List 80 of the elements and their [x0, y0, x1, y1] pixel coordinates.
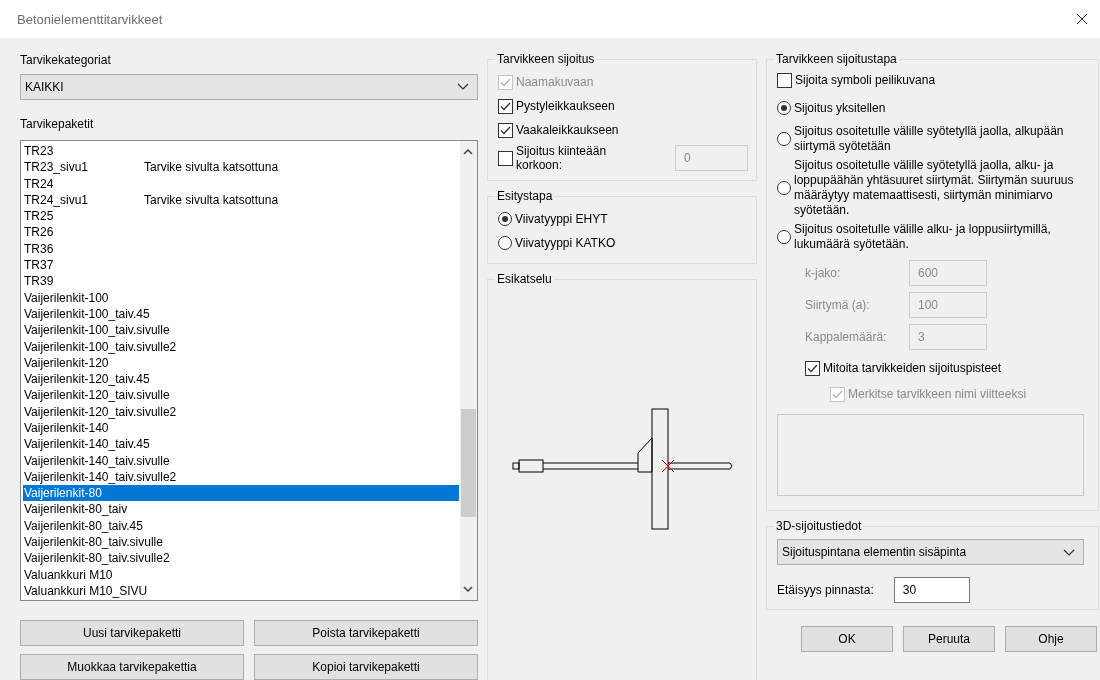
dialog-button[interactable]: Ohje [1005, 626, 1097, 652]
chevron-down-icon [1063, 548, 1075, 556]
list-item[interactable]: Vaijerilenkit-140 [23, 420, 459, 437]
radio-label: Sijoitus osoitetulle välille syötetyllä jaolla, alkupään siirtymä syötetään [794, 124, 1065, 154]
list-item[interactable]: Vaijerilenkit-100_taiv.45 [23, 305, 459, 323]
list-item[interactable]: Vaijerilenkit-140_taiv.45 [23, 436, 459, 453]
category-dropdown[interactable]: KAIKKI [20, 74, 478, 100]
radio-label: Sijoitus yksitellen [794, 100, 887, 116]
checkbox-label: Sijoita symboli peilikuvana [795, 72, 936, 88]
scroll-thumb[interactable] [461, 408, 476, 517]
list-item[interactable]: Vaijerilenkit-140_taiv.sivulle [23, 452, 459, 469]
dialog-button[interactable]: Peruuta [903, 626, 995, 652]
checkbox[interactable] [805, 360, 820, 376]
list-item[interactable]: TR36 [23, 240, 459, 258]
group-title: Tarvikkeen sijoitus [496, 52, 596, 66]
radio-button[interactable] [777, 230, 791, 244]
chevron-down-icon [457, 83, 469, 91]
field-label: Tarvikepaketit [20, 115, 95, 132]
group-title: 3D-sijoitustiedot [775, 519, 863, 533]
radio-label: Viivatyyppi EHYT [515, 211, 608, 227]
checkbox-label: Sijoitus kiinteään korkoon: [516, 144, 608, 172]
list-item[interactable]: Vaijerilenkit-80 [23, 485, 459, 502]
list-item[interactable]: TR24_sivu1 Tarvike sivulta katsottuna [23, 191, 459, 209]
list-item[interactable]: Vaijerilenkit-140_taiv.sivulle2 [23, 468, 459, 486]
checkbox-label: Naamakuvaan [516, 74, 594, 90]
checkbox-label: Vaakaleikkaukseen [516, 122, 619, 138]
radio-label: Sijoitus osoitetulle välille syötetyllä jaolla, alku- ja loppupäähän yhtäsuuret siirtymät. Siirtymän suuruus määräytyy matemaattisesti, siirtymän minimiarvo syötetään. [794, 158, 1075, 218]
radio-label: Viivatyyppi KATKO [515, 235, 616, 251]
action-button[interactable]: Uusi tarvikepaketti [20, 620, 244, 646]
list-item[interactable]: Vaijerilenkit-100_taiv.sivulle2 [23, 338, 459, 355]
radio-label: Sijoitus osoitetulle välille alku- ja loppusiirtymillä, lukumäärä syötetään. [794, 222, 1052, 252]
list-item[interactable]: Vaijerilenkit-120 [23, 354, 459, 372]
group-title: Esitystapa [496, 189, 554, 203]
radio-button[interactable] [498, 212, 512, 226]
list-item[interactable]: TR25 [23, 208, 459, 225]
scrollbar[interactable] [460, 140, 477, 600]
radio-button[interactable] [777, 132, 791, 146]
list-item[interactable]: Valuankkuri M10_SIVU [23, 582, 459, 600]
list-item[interactable]: Vaijerilenkit-100 [23, 289, 459, 306]
list-item[interactable]: Vaijerilenkit-80_taiv.45 [23, 517, 459, 535]
field-label: k-jako: [805, 265, 842, 281]
list-item[interactable]: Vaijerilenkit-120_taiv.sivulle [23, 387, 459, 404]
close-icon[interactable] [1076, 13, 1088, 25]
checkbox-label: Merkitse tarvikkeen nimi viitteeksi [848, 386, 1027, 402]
action-button[interactable]: Muokkaa tarvikepakettia [20, 654, 244, 680]
list-item[interactable]: Vaijerilenkit-120_taiv.45 [23, 371, 459, 388]
radio-button[interactable] [777, 181, 791, 195]
scroll-up-icon[interactable] [463, 148, 473, 155]
field-label: Etäisyys pinnasta: [777, 582, 874, 598]
list-item[interactable]: Valuankkuri M10 [23, 566, 459, 583]
scroll-down-icon[interactable] [463, 586, 473, 592]
list-item[interactable]: TR26 [23, 224, 459, 241]
checkbox[interactable] [777, 72, 792, 88]
list-item[interactable]: Vaijerilenkit-80_taiv.sivulle2 [23, 550, 459, 567]
distance-input[interactable]: 30 [893, 577, 970, 603]
list-item[interactable]: Vaijerilenkit-80_taiv [23, 501, 459, 518]
radio-button[interactable] [777, 101, 791, 115]
list-item[interactable]: TR23 [23, 142, 459, 160]
checkbox[interactable] [498, 122, 513, 138]
list-item[interactable]: TR37 [23, 257, 459, 274]
action-button[interactable]: Kopioi tarvikepaketti [254, 654, 478, 680]
group-title: Esikatselu [496, 272, 553, 286]
checkbox-label: Mitoita tarvikkeiden sijoituspisteet [823, 360, 1002, 376]
surface-dropdown[interactable]: Sijoituspintana elementin sisäpinta [777, 539, 1084, 565]
list-item[interactable]: Vaijerilenkit-80_taiv.sivulle [23, 534, 459, 551]
list-item[interactable]: TR24 [23, 175, 459, 192]
list-item[interactable]: Vaijerilenkit-100_taiv.sivulle [23, 322, 459, 339]
radio-button[interactable] [498, 236, 512, 250]
list-item[interactable]: Vaijerilenkit-120_taiv.sivulle2 [23, 403, 459, 420]
dialog-button[interactable]: OK [801, 626, 893, 652]
window-title: Betonielementtitarvikkeet [17, 11, 163, 27]
checkbox-label: Pystyleikkaukseen [516, 98, 615, 114]
field-label: Kappalemäärä: [805, 329, 888, 345]
action-button[interactable]: Poista tarvikepaketti [254, 620, 478, 646]
list-item[interactable]: TR23_sivu1 Tarvike sivulta katsottuna [23, 159, 459, 176]
group-title: Tarvikkeen sijoitustapa [775, 52, 898, 66]
checkbox[interactable] [498, 98, 513, 114]
field-label: Tarvikekategoriat [20, 52, 112, 68]
field-label: Siirtymä (a): [805, 297, 871, 313]
list-item[interactable]: TR39 [23, 273, 459, 290]
